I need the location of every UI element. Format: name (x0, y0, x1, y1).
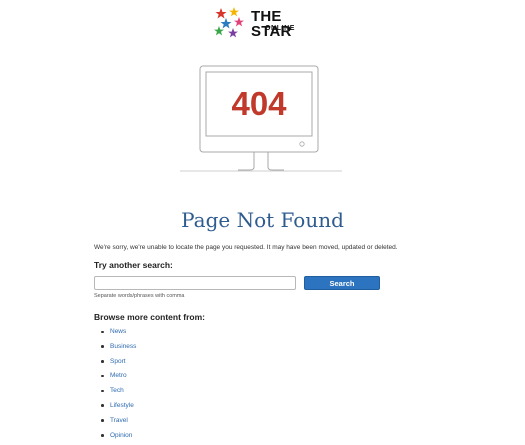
list-item: Tech (100, 386, 136, 401)
list-item: Metro (100, 371, 136, 386)
list-item: Business (100, 342, 136, 357)
search-input[interactable] (94, 276, 296, 290)
logo-subtitle: ONLINE (265, 25, 296, 32)
error-message: We're sorry, we're unable to locate the … (94, 244, 398, 251)
star-cluster-icon (214, 7, 244, 38)
list-item: Travel (100, 416, 136, 431)
search-button[interactable]: Search (304, 276, 380, 290)
category-link-sport[interactable]: Sport (110, 358, 126, 365)
category-list: News Business Sport Metro Tech Lifestyle… (100, 327, 136, 445)
page-title: Page Not Found (181, 208, 344, 232)
category-link-lifestyle[interactable]: Lifestyle (110, 402, 134, 409)
category-link-travel[interactable]: Travel (110, 417, 128, 424)
list-item: News (100, 327, 136, 342)
list-item: Opinion (100, 431, 136, 445)
site-logo[interactable]: THE STAR ONLINE (213, 6, 323, 40)
error-monitor-graphic: 404 (180, 64, 345, 181)
list-item: Sport (100, 357, 136, 372)
category-link-opinion[interactable]: Opinion (110, 432, 132, 439)
search-hint: Separate words/phrases with comma (94, 293, 185, 299)
category-link-business[interactable]: Business (110, 343, 136, 350)
search-heading: Try another search: (94, 260, 173, 270)
category-link-news[interactable]: News (110, 328, 126, 335)
category-link-tech[interactable]: Tech (110, 387, 124, 394)
logo-title: THE STAR (251, 8, 292, 40)
category-link-metro[interactable]: Metro (110, 372, 127, 379)
browse-heading: Browse more content from: (94, 312, 205, 322)
error-code: 404 (231, 85, 287, 122)
list-item: Lifestyle (100, 401, 136, 416)
